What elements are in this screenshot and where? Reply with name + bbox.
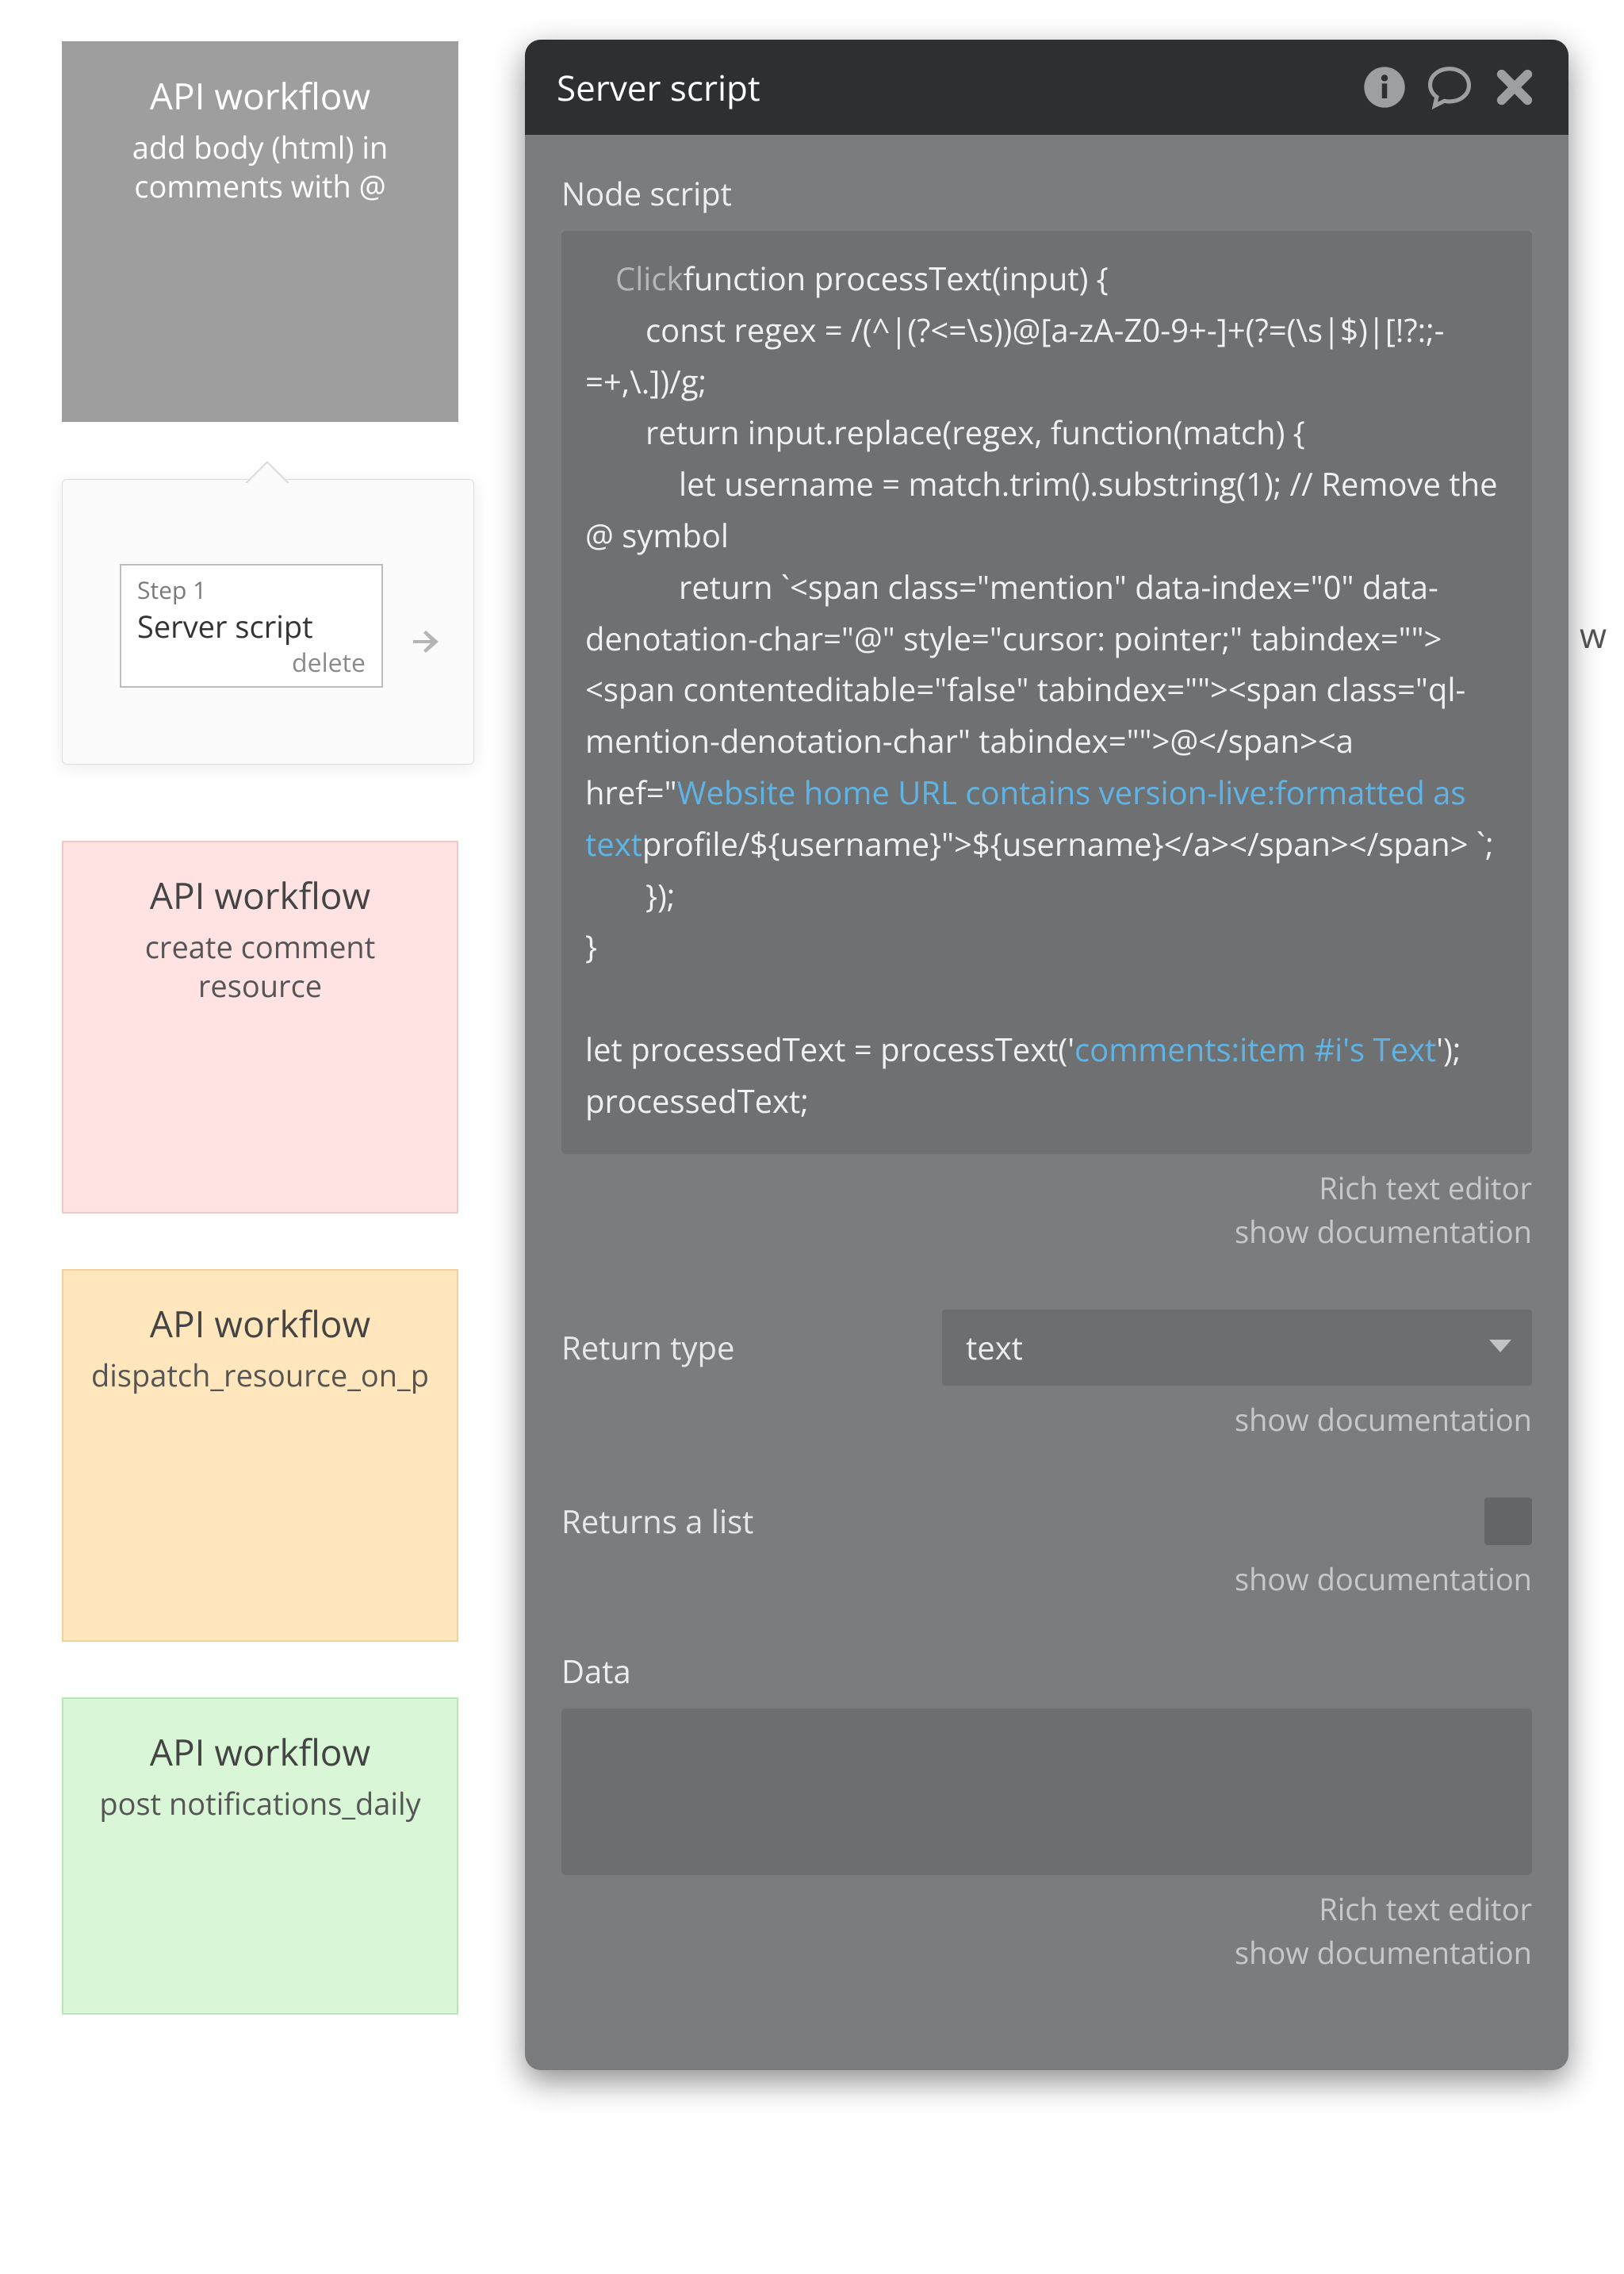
workflow-subtitle: post notifications_daily [87, 1785, 433, 1823]
dynamic-expression[interactable]: comments:item #i's Text [1074, 1027, 1436, 1071]
comment-icon[interactable] [1427, 65, 1472, 109]
return-type-value: text [966, 1325, 1023, 1369]
code-text: let processedText = processText(' [585, 1027, 1074, 1071]
code-text: }); [645, 873, 675, 917]
workflow-block-active[interactable]: API workflow add body (html) in comments… [62, 41, 458, 422]
workflow-subtitle: add body (html) in comments with @ [87, 128, 433, 207]
workflow-subtitle: dispatch_resource_on_p [63, 1356, 457, 1395]
panel-title: Server script [557, 63, 1342, 111]
close-icon[interactable] [1492, 65, 1537, 109]
workflow-block-orange[interactable]: API workflow dispatch_resource_on_p [62, 1269, 458, 1642]
node-script-editor[interactable]: Clickfunction processText(input) { const… [561, 231, 1532, 1154]
show-documentation-link[interactable]: show documentation [1235, 1559, 1532, 1600]
step-card[interactable]: Step 1 Server script delete [120, 564, 383, 688]
code-text: profile/${username}">${username}</a></sp… [642, 822, 1494, 865]
code-text: } [585, 924, 597, 968]
returns-list-checkbox[interactable] [1484, 1497, 1532, 1545]
workflow-title: API workflow [63, 1299, 457, 1348]
chevron-down-icon [1489, 1340, 1511, 1352]
code-text: processedText; [585, 1079, 809, 1122]
node-script-label: Node script [561, 171, 1532, 215]
property-panel: Server script Node script Clickfunction … [525, 40, 1568, 2070]
return-type-label: Return type [561, 1325, 942, 1369]
code-text: function processText(input) { [684, 256, 1109, 300]
workflow-subtitle: create comment resource [87, 928, 433, 1007]
code-text: let username = match.trim().substring(1)… [585, 462, 1498, 557]
code-text: const regex = /(^|(?<=\s))@[a-zA-Z0-9+-]… [585, 308, 1445, 403]
workflow-block-green[interactable]: API workflow post notifications_daily [62, 1697, 458, 2015]
data-editor[interactable] [561, 1708, 1532, 1875]
info-icon[interactable] [1362, 65, 1407, 109]
editor-hint: Click [615, 256, 684, 300]
truncated-text: w [1580, 611, 1607, 658]
return-type-select[interactable]: text [942, 1310, 1532, 1386]
rich-text-editor-link[interactable]: Rich text editor [1319, 1889, 1532, 1930]
next-step-arrow-icon[interactable] [407, 607, 445, 676]
rich-text-editor-link[interactable]: Rich text editor [1319, 1168, 1532, 1209]
step-number: Step 1 [137, 573, 366, 606]
workflow-title: API workflow [87, 1728, 433, 1777]
workflow-title: API workflow [87, 71, 433, 121]
returns-list-label: Returns a list [561, 1499, 942, 1543]
code-text: return input.replace(regex, function(mat… [645, 410, 1305, 454]
code-text: '); [1436, 1027, 1461, 1071]
step-name: Server script [137, 606, 366, 647]
show-documentation-link[interactable]: show documentation [1235, 1211, 1532, 1252]
step-panel: Step 1 Server script delete [62, 479, 474, 765]
step-delete-link[interactable]: delete [137, 646, 366, 680]
panel-header: Server script [525, 40, 1568, 135]
data-label: Data [561, 1649, 1532, 1693]
show-documentation-link[interactable]: show documentation [1235, 1932, 1532, 1973]
step-pointer-icon [245, 461, 289, 483]
show-documentation-link[interactable]: show documentation [1235, 1399, 1532, 1440]
workflow-title: API workflow [87, 871, 433, 920]
workflow-block-pink[interactable]: API workflow create comment resource [62, 841, 458, 1214]
